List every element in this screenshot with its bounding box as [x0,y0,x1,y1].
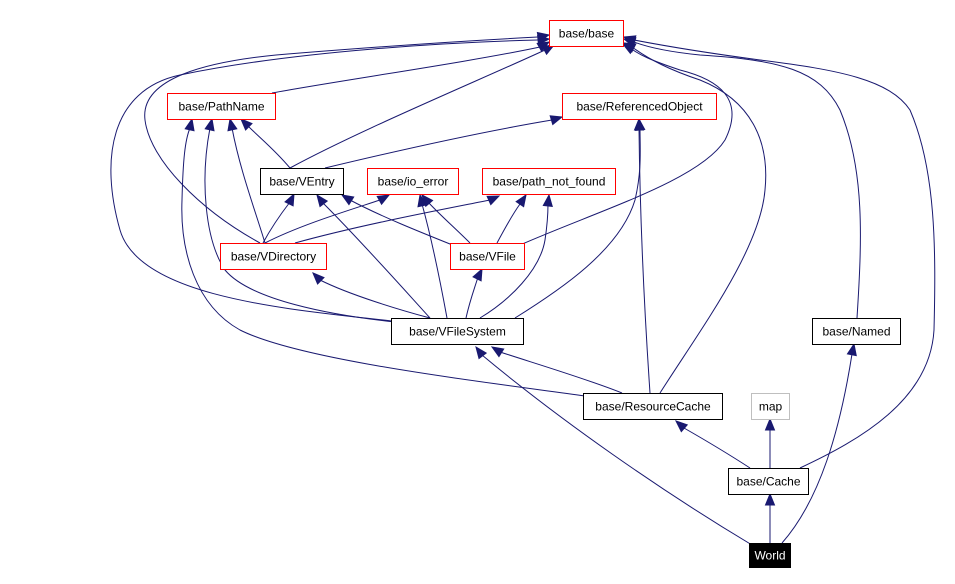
edge-line [465,276,479,319]
edge-ventry-to-base_base [289,44,556,169]
node-label: base/base [559,27,615,41]
node-ventry[interactable]: base/VEntry [260,168,344,195]
edge-line [496,203,521,244]
node-base_base[interactable]: base/base [549,20,624,47]
edge-line [519,47,733,246]
arrowhead-icon [184,117,195,132]
arrowhead-icon [376,194,391,206]
edge-line [633,41,861,319]
node-pnf[interactable]: base/path_not_found [482,168,616,195]
edge-vfs-to-vdir [312,272,431,319]
node-named[interactable]: base/Named [812,318,901,345]
edge-line [421,203,448,319]
edge-pathname-to-base_base [271,41,551,94]
edge-world-to-vfs [475,345,753,546]
node-label: World [754,549,785,563]
node-vfs[interactable]: base/VFileSystem [391,318,524,345]
edge-vfile-to-base_base [519,43,733,246]
arrowhead-icon [472,267,483,282]
edge-world-to-named [781,342,857,544]
arrowhead-icon [316,193,329,208]
node-map[interactable]: map [751,393,790,420]
node-world[interactable]: World [749,543,791,568]
edge-line [781,353,853,544]
arrowhead-icon [764,492,776,506]
arrowhead-icon [284,192,295,207]
edge-vfs-to-ventry [316,193,431,319]
edge-line [144,36,539,244]
node-label: base/VDirectory [231,250,316,264]
edge-line [322,202,431,319]
node-label: base/io_error [378,175,449,189]
node-label: base/PathName [178,100,264,114]
edge-vdir-to-ventry [262,192,295,244]
edge-line [247,125,291,169]
edge-line [204,127,396,323]
edge-world-to-cache [764,492,776,543]
edge-line [289,49,546,169]
arrowhead-icon [515,193,527,208]
edge-line [683,427,751,469]
edge-rescache-to-refobj [633,117,651,394]
arrowhead-icon [204,117,215,132]
edge-vfs-to-refobj [514,117,646,319]
edge-line [481,354,753,546]
edge-named-to-base_base [622,37,861,319]
arrowhead-icon [312,272,325,285]
edge-line [638,127,651,394]
arrowhead-icon [340,194,355,206]
edge-vdir-to-ioerror [264,194,391,244]
edge-cache-to-rescache [675,420,751,469]
arrowhead-icon [635,117,646,132]
node-label: base/VFileSystem [409,325,506,339]
edge-line [324,119,553,169]
node-refobj[interactable]: base/ReferencedObject [562,93,717,120]
node-cache[interactable]: base/Cache [728,468,809,495]
node-label: base/VEntry [269,175,334,189]
node-rescache[interactable]: base/ResourceCache [583,393,723,420]
edge-vdir-to-pathname [227,117,266,244]
edge-line [262,201,291,244]
node-vdir[interactable]: base/VDirectory [220,243,327,270]
nodes-layer: base/base base/PathName base/ReferencedObj… [167,20,901,568]
edge-vdir-to-pnf [294,195,501,244]
arrowhead-icon [227,117,238,132]
inheritance-graph: base/base base/PathName base/ReferencedObj… [110,20,936,568]
edge-ventry-to-pathname [240,118,291,169]
edge-ventry-to-refobj [324,115,564,169]
node-ioerror[interactable]: base/io_error [367,168,459,195]
node-label: base/Cache [736,475,800,489]
arrowhead-icon [549,115,564,126]
node-label: base/VFile [459,250,516,264]
arrowhead-icon [490,346,505,358]
edge-line [294,199,491,244]
node-label: base/ReferencedObject [576,100,703,114]
node-label: base/path_not_found [493,175,606,189]
node-label: map [759,400,783,414]
node-label: base/Named [822,325,890,339]
edge-vfs-to-pathname [204,117,396,323]
edge-vfile-to-pnf [496,193,527,244]
edge-vfile-to-ventry [340,194,456,247]
node-pathname[interactable]: base/PathName [167,93,276,120]
edge-cache-to-map [764,417,776,468]
arrowhead-icon [764,417,776,431]
arrowhead-icon [846,342,857,357]
node-vfile[interactable]: base/VFile [450,243,525,270]
arrowhead-icon [542,193,553,208]
edge-vfs-to-vfile [465,267,483,319]
edge-line [319,279,431,319]
edge-line [349,199,456,247]
edge-line [514,127,641,319]
node-label: base/ResourceCache [595,400,711,414]
arrowhead-icon [675,420,689,433]
arrowhead-icon [486,195,501,206]
